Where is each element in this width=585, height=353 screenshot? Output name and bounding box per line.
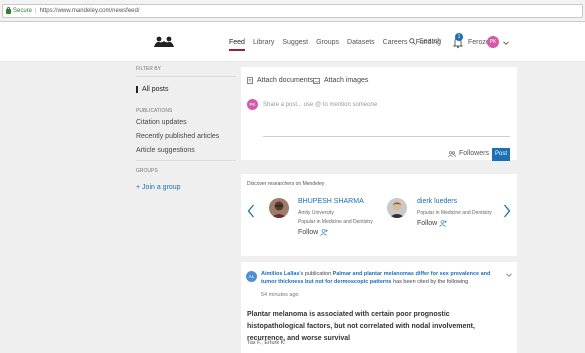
nav-groups[interactable]: Groups	[316, 39, 339, 51]
chevron-right-icon[interactable]	[503, 204, 511, 218]
chevron-down-icon[interactable]	[506, 272, 512, 278]
user-avatar[interactable]: PK	[487, 36, 499, 48]
join-group-label: Join a group	[142, 184, 181, 191]
url-text: https://www.mandeley.com/newsfeed/	[39, 8, 140, 14]
add-user-icon	[320, 229, 329, 236]
researcher-photo[interactable]	[387, 198, 407, 218]
follow-button[interactable]: Follow	[417, 220, 448, 227]
lock-icon	[6, 6, 11, 14]
follow-button[interactable]: Follow	[298, 229, 329, 236]
attach-documents-button[interactable]: Attach documents	[247, 77, 313, 84]
nav-feed[interactable]: Feed	[229, 39, 245, 51]
main-content: FILTER BY All posts PUBLICATIONS Citatio…	[0, 62, 585, 353]
cited-article-authors: Tas F., Erturk K.	[247, 340, 286, 346]
search-button[interactable]: Search	[409, 38, 441, 45]
follow-label: Follow	[298, 229, 319, 236]
sidebar-item-all-posts[interactable]: All posts	[136, 86, 168, 93]
post-button[interactable]: Post	[492, 148, 510, 161]
nav-datasets[interactable]: Datasets	[347, 39, 375, 51]
discover-title: Discover researchers on Mendeley	[247, 181, 325, 187]
browser-url-bar: Secure | https://www.mandeley.com/newsfe…	[0, 0, 585, 22]
chevron-down-icon[interactable]	[503, 40, 509, 46]
post-input[interactable]: Share a post... use @ to mention someone	[263, 102, 377, 108]
filter-by-label: FILTER BY	[136, 66, 161, 72]
sidebar-item-recently-published[interactable]: Recently published articles	[136, 133, 219, 140]
post-composer: Attach documents Attach images PK Share …	[241, 67, 517, 161]
researcher-photo-image	[269, 198, 289, 218]
document-icon	[247, 77, 253, 84]
join-group-link[interactable]: + Join a group	[136, 184, 181, 191]
researcher-affiliation: Amity University	[298, 210, 334, 216]
feed-item: AL Aimilios Lallas's publication Palmar …	[241, 262, 517, 353]
feed-item-author-link[interactable]: Aimilios Lallas	[261, 271, 300, 277]
composer-avatar: PK	[247, 99, 258, 110]
address-field[interactable]: Secure | https://www.mandeley.com/newsfe…	[2, 4, 583, 18]
sidebar-item-citation-updates[interactable]: Citation updates	[136, 119, 187, 126]
feed-item-avatar[interactable]: AL	[246, 271, 257, 282]
chevron-left-icon[interactable]	[247, 204, 255, 218]
top-navigation: Feed Library Suggest Groups Datasets Car…	[0, 22, 585, 62]
secure-label: Secure	[13, 8, 33, 14]
feed-item-headline: Aimilios Lallas's publication Palmar and…	[261, 270, 491, 286]
nav-suggest[interactable]: Suggest	[282, 39, 308, 51]
researcher-name[interactable]: BHUPESH SHARMA	[298, 198, 364, 205]
researcher-photo[interactable]	[269, 198, 289, 218]
feed-item-timestamp: 54 minutes ago	[261, 292, 299, 298]
url-separator: |	[35, 8, 37, 14]
image-icon	[313, 77, 320, 84]
sidebar-divider	[136, 76, 236, 77]
groups-heading: GROUPS	[136, 168, 158, 174]
researcher-popular: Popular in Medicine and Dentistry	[417, 210, 492, 216]
sidebar-item-article-suggestions[interactable]: Article suggestions	[136, 147, 195, 154]
researcher-popular: Popular in Medicine and Dentistry	[298, 219, 373, 225]
followers-icon	[448, 150, 456, 157]
nav-library[interactable]: Library	[253, 39, 274, 51]
researcher-photo-image	[387, 198, 407, 218]
follow-label: Follow	[417, 220, 438, 227]
discover-researchers-card: Discover researchers on Mendeley BHUPESH…	[241, 174, 517, 256]
audience-selector[interactable]: Followers	[448, 150, 489, 157]
search-icon	[409, 38, 416, 45]
attach-documents-label: Attach documents	[257, 77, 314, 84]
search-label: Search	[419, 38, 442, 45]
attach-images-label: Attach images	[324, 77, 369, 84]
attach-images-button[interactable]: Attach images	[313, 77, 368, 84]
add-user-icon	[439, 220, 448, 227]
feed-item-suffix: has been cited by the following	[391, 279, 469, 285]
notification-badge: 1	[455, 33, 463, 41]
mendeley-logo-icon[interactable]	[153, 36, 175, 48]
publications-heading: PUBLICATIONS	[136, 108, 173, 114]
nav-careers[interactable]: Careers	[383, 39, 408, 51]
input-underline	[263, 136, 510, 137]
feed-item-possessive: 's publication	[299, 271, 333, 277]
sidebar-divider	[136, 160, 236, 161]
researcher-name[interactable]: dierk lueders	[417, 198, 457, 205]
followers-label: Followers	[459, 150, 489, 157]
